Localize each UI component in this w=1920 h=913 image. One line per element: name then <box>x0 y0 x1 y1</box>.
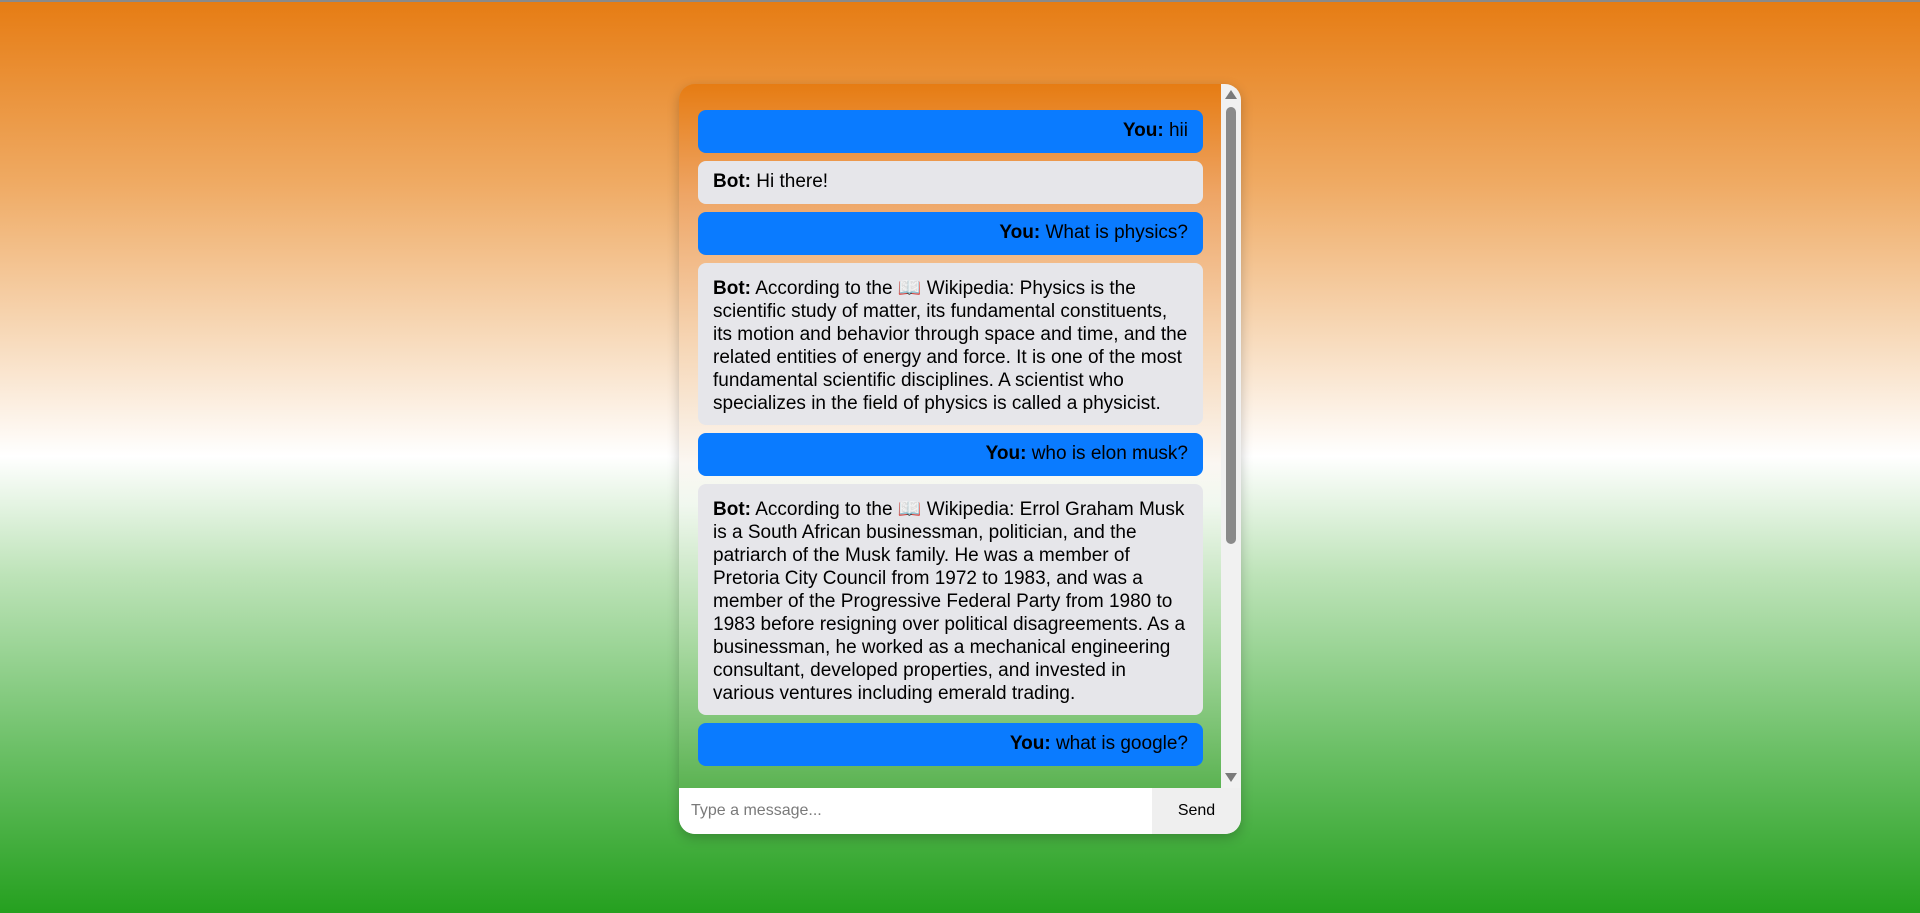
send-button[interactable]: Send <box>1152 788 1241 834</box>
bot-message: Bot: Hi there! <box>698 161 1203 204</box>
message-text: what is google? <box>1055 733 1188 754</box>
user-message: You: hii <box>698 110 1203 153</box>
scroll-thumb[interactable] <box>1226 107 1236 544</box>
sender-label: You: <box>999 222 1041 243</box>
message-list: You: hii Bot: Hi there! You: What is phy… <box>698 110 1203 774</box>
user-message: You: who is elon musk? <box>698 433 1203 476</box>
user-message: You: what is google? <box>698 723 1203 766</box>
sender-label: Bot: <box>713 278 751 299</box>
message-input-row: Send <box>679 788 1241 834</box>
message-input[interactable] <box>679 788 1152 834</box>
scroll-up-arrow-icon[interactable] <box>1225 90 1237 99</box>
bot-message: Bot: According to the 📖 Wikipedia: Physi… <box>698 263 1203 425</box>
bot-message: Bot: According to the 📖 Wikipedia: Errol… <box>698 484 1203 715</box>
chat-scrollbar[interactable] <box>1221 84 1241 788</box>
message-text: hii <box>1168 120 1188 141</box>
sender-label: You: <box>1009 733 1051 754</box>
sender-label: Bot: <box>713 499 751 520</box>
sender-label: You: <box>985 443 1027 464</box>
message-text: According to the 📖 Wikipedia: Errol Grah… <box>713 499 1186 704</box>
chat-container: You: hii Bot: Hi there! You: What is phy… <box>679 84 1241 834</box>
sender-label: Bot: <box>713 171 751 192</box>
sender-label: You: <box>1122 120 1164 141</box>
message-text: who is elon musk? <box>1031 443 1188 464</box>
window-top-border <box>0 0 1920 2</box>
user-message: You: What is physics? <box>698 212 1203 255</box>
chat-box[interactable]: You: hii Bot: Hi there! You: What is phy… <box>679 84 1241 788</box>
message-text: According to the 📖 Wikipedia: Physics is… <box>713 278 1188 414</box>
message-text: Hi there! <box>756 171 829 192</box>
scroll-down-arrow-icon[interactable] <box>1225 773 1237 782</box>
message-text: What is physics? <box>1045 222 1188 243</box>
